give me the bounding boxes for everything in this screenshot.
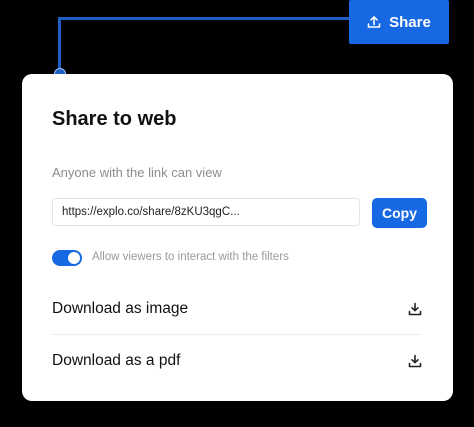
connector-line-vertical <box>58 17 61 71</box>
toggle-knob <box>68 252 80 264</box>
upload-icon <box>367 15 381 29</box>
share-dialog: Share to web Anyone with the link can vi… <box>22 74 453 401</box>
connector-line-horizontal <box>60 17 350 20</box>
download-icon <box>408 302 422 316</box>
dialog-title: Share to web <box>52 108 177 130</box>
divider <box>52 334 422 335</box>
download-image-option[interactable]: Download as image <box>52 286 422 332</box>
share-link-field[interactable]: https://explo.co/share/8zKU3qgC... <box>52 198 360 226</box>
toggle-label: Allow viewers to interact with the filte… <box>92 251 289 263</box>
download-pdf-label: Download as a pdf <box>52 352 181 369</box>
interact-filters-toggle[interactable] <box>52 250 82 266</box>
download-icon <box>408 354 422 368</box>
download-pdf-option[interactable]: Download as a pdf <box>52 338 422 384</box>
dialog-subtitle: Anyone with the link can view <box>52 165 222 180</box>
copy-button[interactable]: Copy <box>372 198 427 228</box>
share-button[interactable]: Share <box>349 0 449 44</box>
download-image-label: Download as image <box>52 300 189 317</box>
share-button-label: Share <box>389 13 431 31</box>
